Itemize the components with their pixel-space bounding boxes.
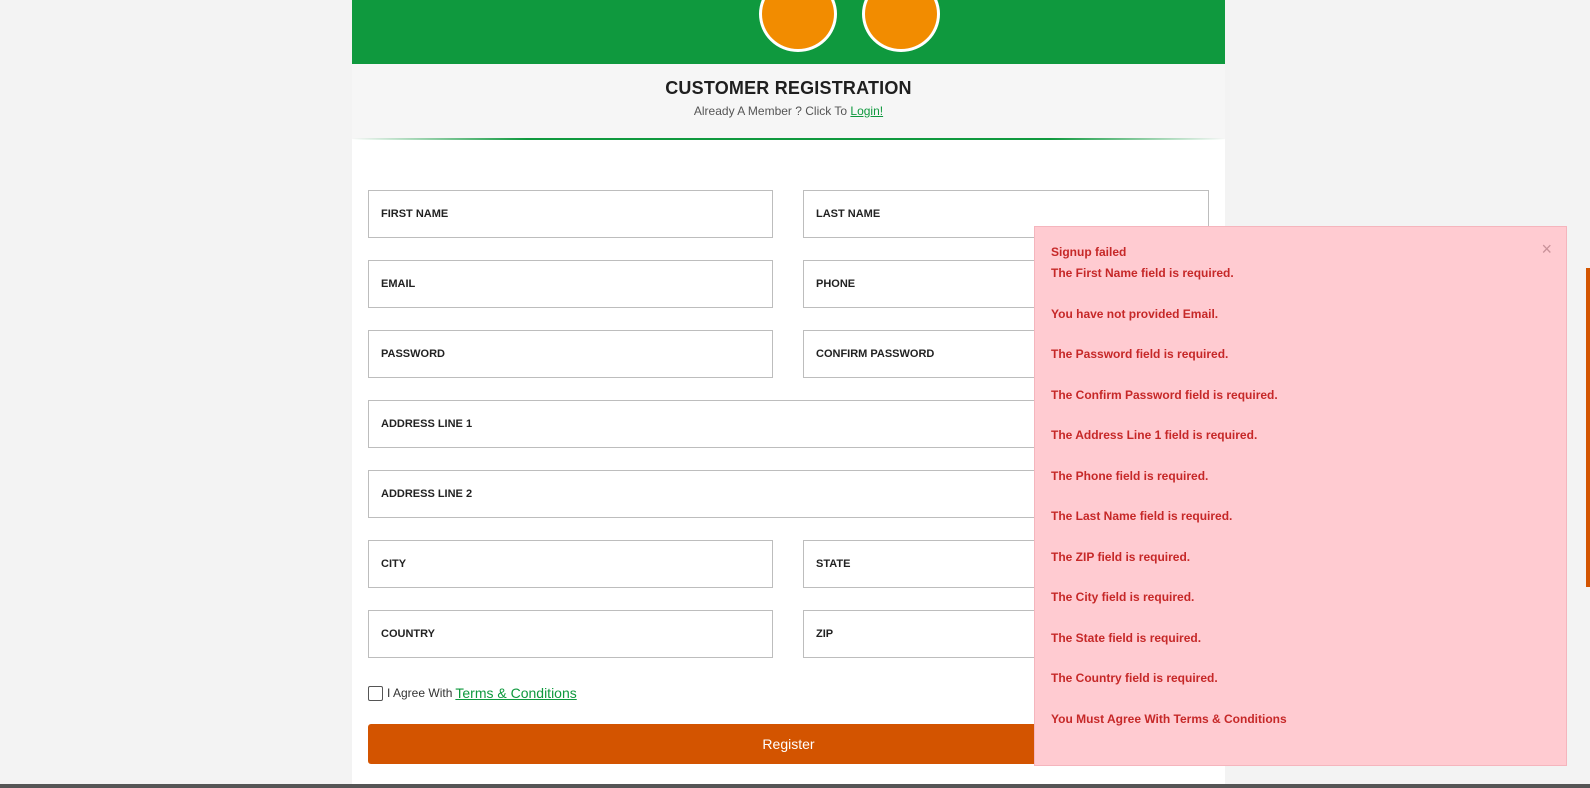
error-message: The Password field is required.: [1051, 347, 1229, 361]
header-divider: [352, 138, 1225, 140]
email-field[interactable]: [368, 260, 773, 308]
error-message: The Last Name field is required.: [1051, 509, 1233, 523]
country-field[interactable]: [368, 610, 773, 658]
city-input[interactable]: [369, 541, 772, 587]
email-input[interactable]: [369, 261, 772, 307]
error-alert: Signup failed × The First Name field is …: [1034, 226, 1567, 766]
login-prompt: Already A Member ? Click To Login!: [352, 104, 1225, 118]
error-message: The Address Line 1 field is required.: [1051, 428, 1258, 442]
page-title: CUSTOMER REGISTRATION: [665, 78, 912, 98]
error-message: The ZIP field is required.: [1051, 549, 1191, 564]
error-message: The State field is required.: [1051, 630, 1202, 645]
error-message: The City field is required.: [1051, 590, 1195, 604]
error-message: The First Name field is required.: [1051, 266, 1234, 280]
password-field[interactable]: [368, 330, 773, 378]
first-name-field[interactable]: [368, 190, 773, 238]
bottom-border: [0, 784, 1590, 788]
error-message: The Country field is required.: [1051, 671, 1218, 685]
login-link[interactable]: Login!: [850, 104, 883, 118]
first-name-input[interactable]: [369, 191, 772, 237]
password-input[interactable]: [369, 331, 772, 377]
error-message: You Must Agree With Terms & Conditions: [1051, 711, 1287, 726]
terms-agree-label: I Agree With: [387, 686, 453, 700]
terms-checkbox[interactable]: [368, 685, 383, 701]
orange-circle-decoration: [862, 0, 940, 52]
registration-header: CUSTOMER REGISTRATION Already A Member ?…: [352, 64, 1225, 139]
terms-link[interactable]: Terms & Conditions: [455, 685, 576, 701]
close-icon[interactable]: ×: [1541, 240, 1552, 258]
error-message: The Confirm Password field is required.: [1051, 387, 1278, 402]
error-message: The Phone field is required.: [1051, 468, 1209, 483]
terms-agreement: I Agree With Terms & Conditions: [368, 683, 577, 703]
error-message-list: The First Name field is required. You ha…: [1051, 266, 1287, 752]
country-input[interactable]: [369, 611, 772, 657]
alert-title: Signup failed: [1051, 245, 1127, 259]
error-message: You have not provided Email.: [1051, 306, 1219, 321]
login-prompt-text: Already A Member ? Click To: [693, 104, 848, 118]
scrollbar-thumb[interactable]: [1586, 268, 1590, 587]
city-field[interactable]: [368, 540, 773, 588]
header-banner: [352, 0, 1225, 64]
orange-circle-decoration: [759, 0, 837, 52]
